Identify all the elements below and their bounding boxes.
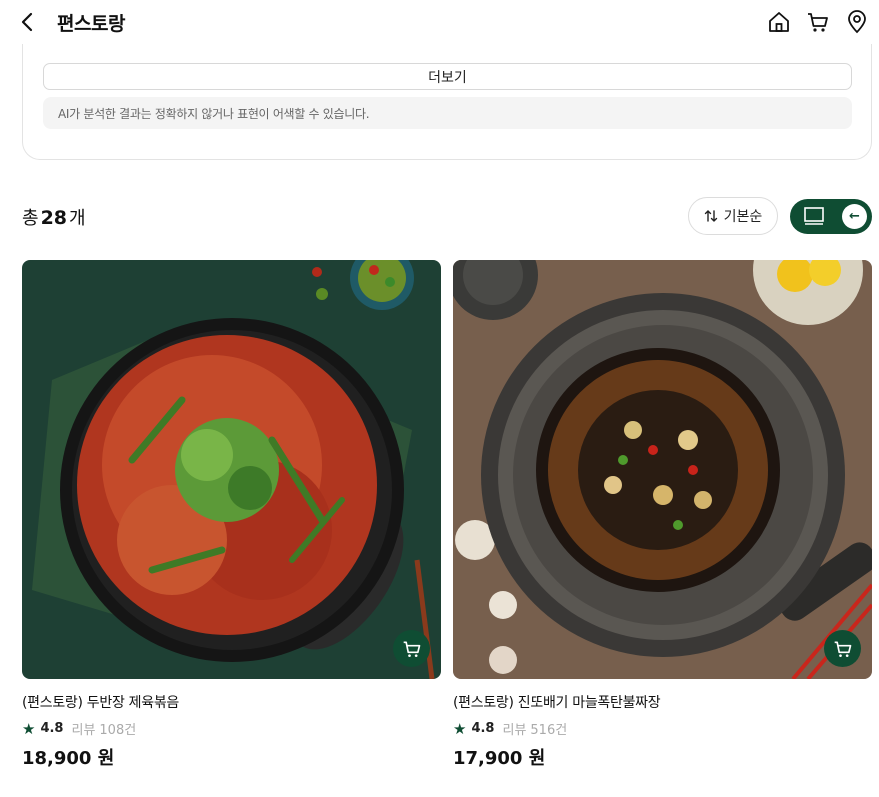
review-label: 리뷰 <box>71 723 96 738</box>
product-image[interactable] <box>22 260 441 679</box>
location-pin-icon <box>848 10 866 34</box>
home-button[interactable] <box>767 10 791 34</box>
home-icon <box>769 12 789 32</box>
page-title: 편스토랑 <box>57 13 125 35</box>
count-prefix: 총 <box>22 208 39 229</box>
product-price: 18,900 원 <box>22 748 115 769</box>
jjajang-noodle-image <box>453 260 872 679</box>
sort-button[interactable]: 기본순 <box>688 197 778 235</box>
product-name[interactable]: (편스토랑) 두반장 제육볶음 <box>22 692 179 712</box>
single-view-icon <box>804 207 824 225</box>
cart-button[interactable] <box>806 10 830 34</box>
view-mode-toggle[interactable]: ← <box>790 199 872 234</box>
sort-label: 기본순 <box>723 209 763 225</box>
top-app-bar: 편스토랑 <box>0 0 879 44</box>
product-image[interactable] <box>453 260 872 679</box>
star-icon: ★ <box>22 719 36 738</box>
product-count: 총 28 개 <box>22 204 86 230</box>
location-button[interactable] <box>845 10 869 34</box>
count-value: 28 <box>40 207 68 229</box>
cart-icon <box>808 13 828 32</box>
star-icon: ★ <box>453 719 467 738</box>
sort-icon <box>704 210 717 222</box>
product-rating: ★ 4.8 리뷰 108건 <box>22 719 137 739</box>
review-count: 516건 <box>530 723 568 738</box>
cart-icon <box>834 641 851 657</box>
review-label: 리뷰 <box>502 723 527 738</box>
rating-score: 4.8 <box>40 721 64 736</box>
add-to-cart-button[interactable] <box>824 630 861 667</box>
product-card[interactable]: (편스토랑) 진또배기 마늘폭탄불짜장 ★ 4.8 리뷰 516건 17,900… <box>453 260 872 769</box>
ai-summary-card: 더보기 AI가 분석한 결과는 정확하지 않거나 표현이 어색할 수 있습니다. <box>22 30 872 160</box>
review-count: 108건 <box>99 723 137 738</box>
count-unit: 개 <box>69 208 86 229</box>
product-name[interactable]: (편스토랑) 진또배기 마늘폭탄불짜장 <box>453 692 661 712</box>
more-button[interactable]: 더보기 <box>43 63 852 90</box>
product-rating: ★ 4.8 리뷰 516건 <box>453 719 568 739</box>
product-card[interactable]: (편스토랑) 두반장 제육볶음 ★ 4.8 리뷰 108건 18,900 원 <box>22 260 441 769</box>
cart-icon <box>403 641 420 657</box>
add-to-cart-button[interactable] <box>393 630 430 667</box>
stir-fried-pork-image <box>22 260 441 679</box>
toggle-knob-arrow-icon: ← <box>842 204 867 229</box>
back-button[interactable] <box>17 10 39 34</box>
ai-disclaimer: AI가 분석한 결과는 정확하지 않거나 표현이 어색할 수 있습니다. <box>43 97 852 129</box>
product-price: 17,900 원 <box>453 748 546 769</box>
back-icon <box>21 12 33 32</box>
rating-score: 4.8 <box>471 721 495 736</box>
